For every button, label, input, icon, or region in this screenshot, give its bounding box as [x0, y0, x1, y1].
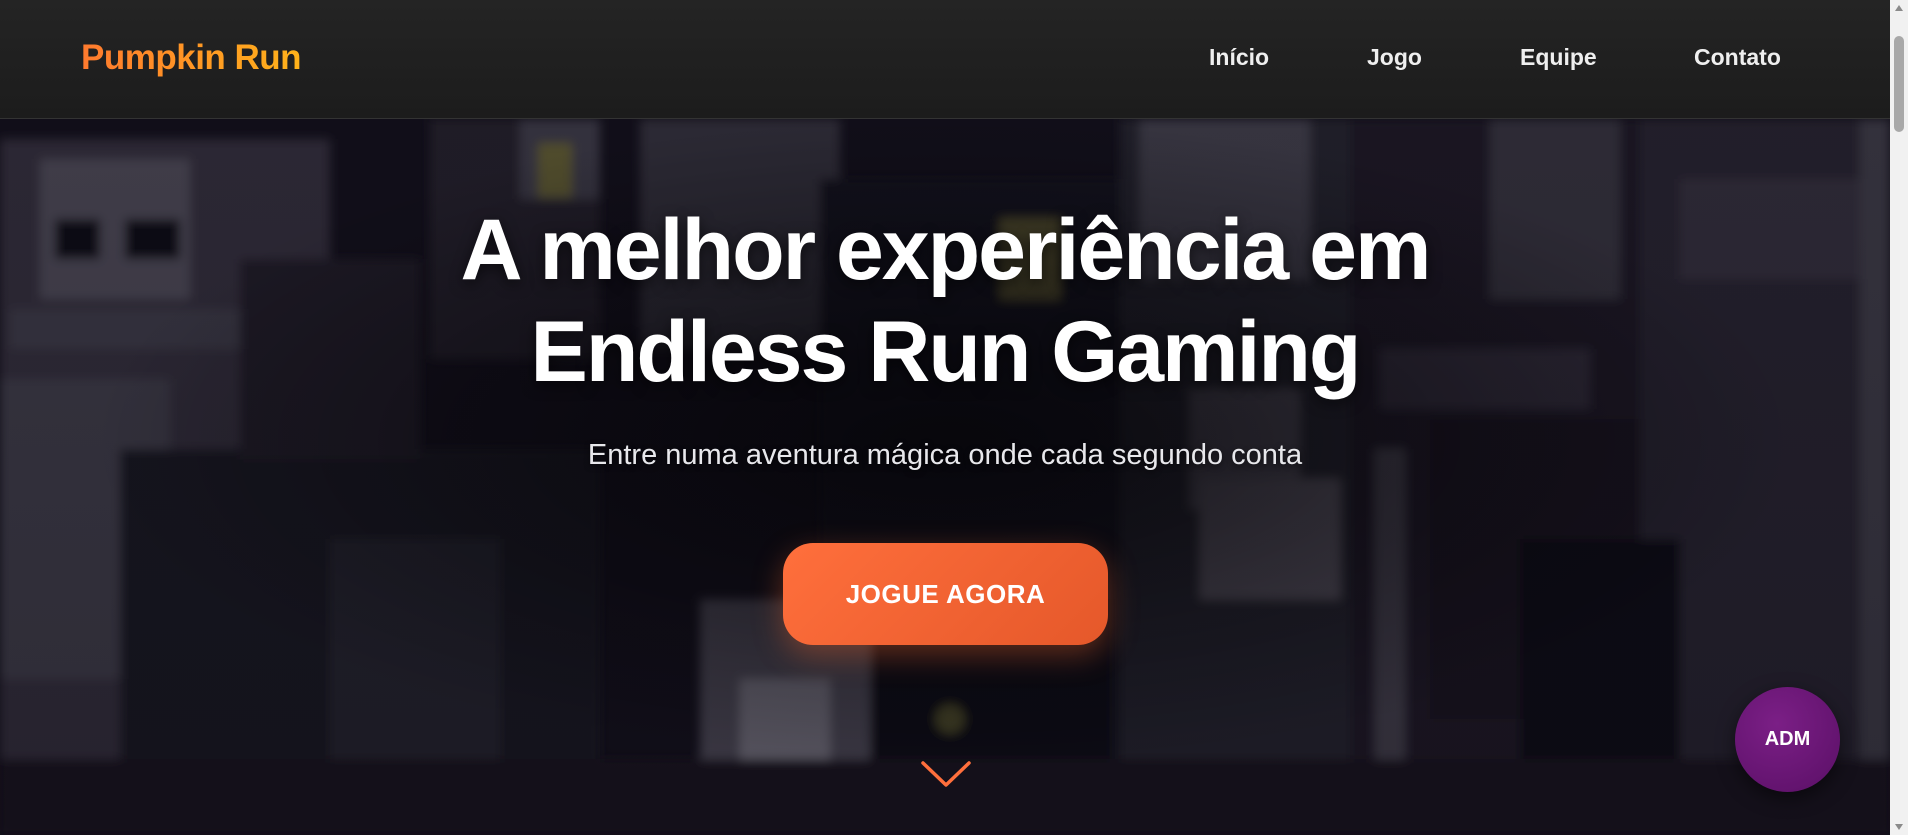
- hero-section: A melhor experiência em Endless Run Gami…: [0, 119, 1890, 835]
- scroll-up-arrow-icon[interactable]: [1890, 0, 1908, 16]
- site-header: Pumpkin Run Início Jogo Equipe Contato: [0, 0, 1890, 119]
- nav-link-equipe[interactable]: Equipe: [1520, 44, 1597, 71]
- scroll-down-arrow-icon[interactable]: [1890, 819, 1908, 835]
- scrollbar-thumb[interactable]: [1894, 36, 1904, 132]
- nav-link-contato[interactable]: Contato: [1694, 44, 1781, 71]
- nav-link-inicio[interactable]: Início: [1209, 44, 1269, 71]
- logo[interactable]: Pumpkin Run: [81, 38, 302, 78]
- hero-subtitle: Entre numa aventura mágica onde cada seg…: [587, 439, 1303, 471]
- hero-title-line-2: Endless Run Gaming: [530, 304, 1362, 400]
- nav-link-jogo[interactable]: Jogo: [1367, 44, 1422, 71]
- chevron-down-icon[interactable]: [920, 759, 972, 791]
- hero-title: A melhor experiência em Endless Run Gami…: [0, 199, 1890, 403]
- hero-title-line-1: A melhor experiência em: [460, 202, 1432, 298]
- admin-button[interactable]: ADM: [1735, 687, 1840, 792]
- page-scrollbar[interactable]: [1890, 0, 1908, 835]
- play-now-button[interactable]: JOGUE AGORA: [783, 543, 1108, 645]
